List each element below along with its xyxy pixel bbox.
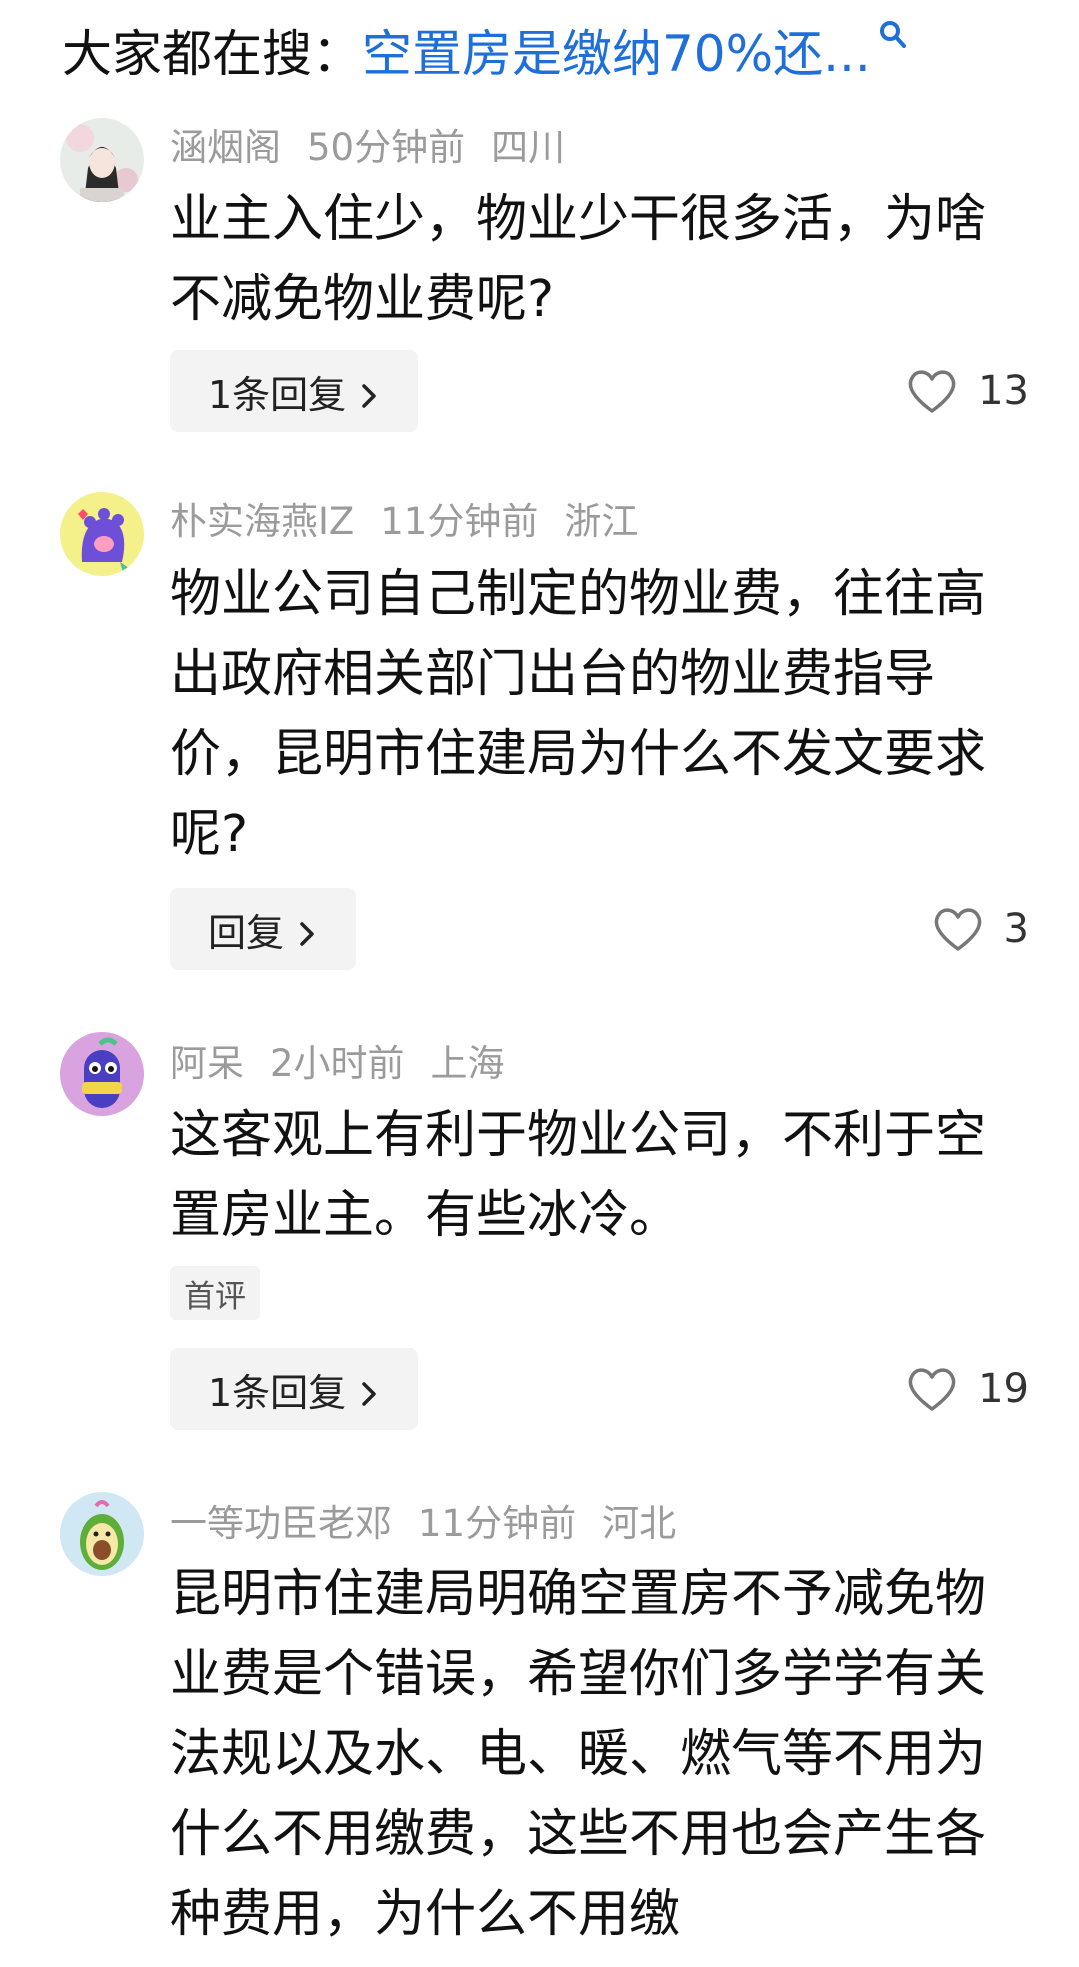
like-button[interactable]: 19 [906, 1348, 1029, 1430]
heart-outline-icon [908, 1368, 956, 1411]
search-icon[interactable] [879, 20, 909, 54]
avatar[interactable] [60, 1032, 144, 1116]
timestamp: 11分钟前 [418, 1502, 577, 1545]
location: 上海 [430, 1042, 505, 1085]
like-count: 3 [1003, 906, 1029, 952]
like-button[interactable]: 13 [906, 350, 1029, 432]
comment-meta: 朴实海燕IZ 11分钟前 浙江 [170, 492, 638, 544]
reply-button-label: 1条回复 [208, 372, 347, 417]
timestamp: 11分钟前 [380, 500, 539, 543]
comment-text[interactable]: 昆明市住建局明确空置房不予减免物业费是个错误，希望你们多学学有关法规以及水、电、… [170, 1555, 990, 1955]
like-count: 19 [978, 1366, 1029, 1412]
first-comment-badge: 首评 [170, 1266, 260, 1320]
chevron-right-icon [358, 1374, 380, 1406]
like-button[interactable]: 3 [932, 888, 1029, 970]
comment-meta: 一等功臣老邓 11分钟前 河北 [170, 1494, 676, 1546]
reply-button[interactable]: 1条回复 [170, 350, 419, 432]
reply-button-label: 回复 [208, 910, 285, 955]
search-prefix-label: 大家都在搜： [62, 25, 362, 83]
reply-button[interactable]: 1条回复 [170, 1348, 419, 1430]
comment-text[interactable]: 业主入住少，物业少干很多活，为啥不减免物业费呢? [170, 180, 990, 340]
username[interactable]: 涵烟阁 [170, 117, 281, 171]
like-count: 13 [978, 368, 1029, 414]
location: 四川 [491, 126, 566, 169]
location: 浙江 [564, 500, 639, 543]
comment-text[interactable]: 物业公司自己制定的物业费，往往高出政府相关部门出台的物业费指导价，昆明市住建局为… [170, 555, 990, 875]
chevron-right-icon [358, 376, 380, 408]
comment-meta: 涵烟阁 50分钟前 四川 [170, 118, 565, 170]
username[interactable]: 一等功臣老邓 [170, 1493, 392, 1547]
comment-meta: 阿呆 2小时前 上海 [170, 1034, 505, 1086]
location: 河北 [602, 1502, 677, 1545]
heart-outline-icon [908, 370, 956, 413]
username[interactable]: 朴实海燕IZ [170, 491, 354, 545]
reply-button-label: 1条回复 [208, 1370, 347, 1415]
avatar[interactable] [60, 118, 144, 202]
search-suggestion-bar[interactable]: 大家都在搜： 空置房是缴纳70%还... [62, 10, 1042, 90]
comment-text[interactable]: 这客观上有利于物业公司，不利于空置房业主。有些冰冷。 [170, 1096, 990, 1256]
avatar[interactable] [60, 1492, 144, 1576]
username[interactable]: 阿呆 [170, 1033, 244, 1087]
timestamp: 2小时前 [270, 1042, 405, 1085]
search-suggestion-link[interactable]: 空置房是缴纳70%还... [362, 14, 871, 86]
chevron-right-icon [296, 914, 318, 946]
avatar[interactable] [60, 492, 144, 576]
heart-outline-icon [934, 908, 981, 951]
timestamp: 50分钟前 [307, 126, 466, 169]
reply-button[interactable]: 回复 [170, 888, 357, 970]
